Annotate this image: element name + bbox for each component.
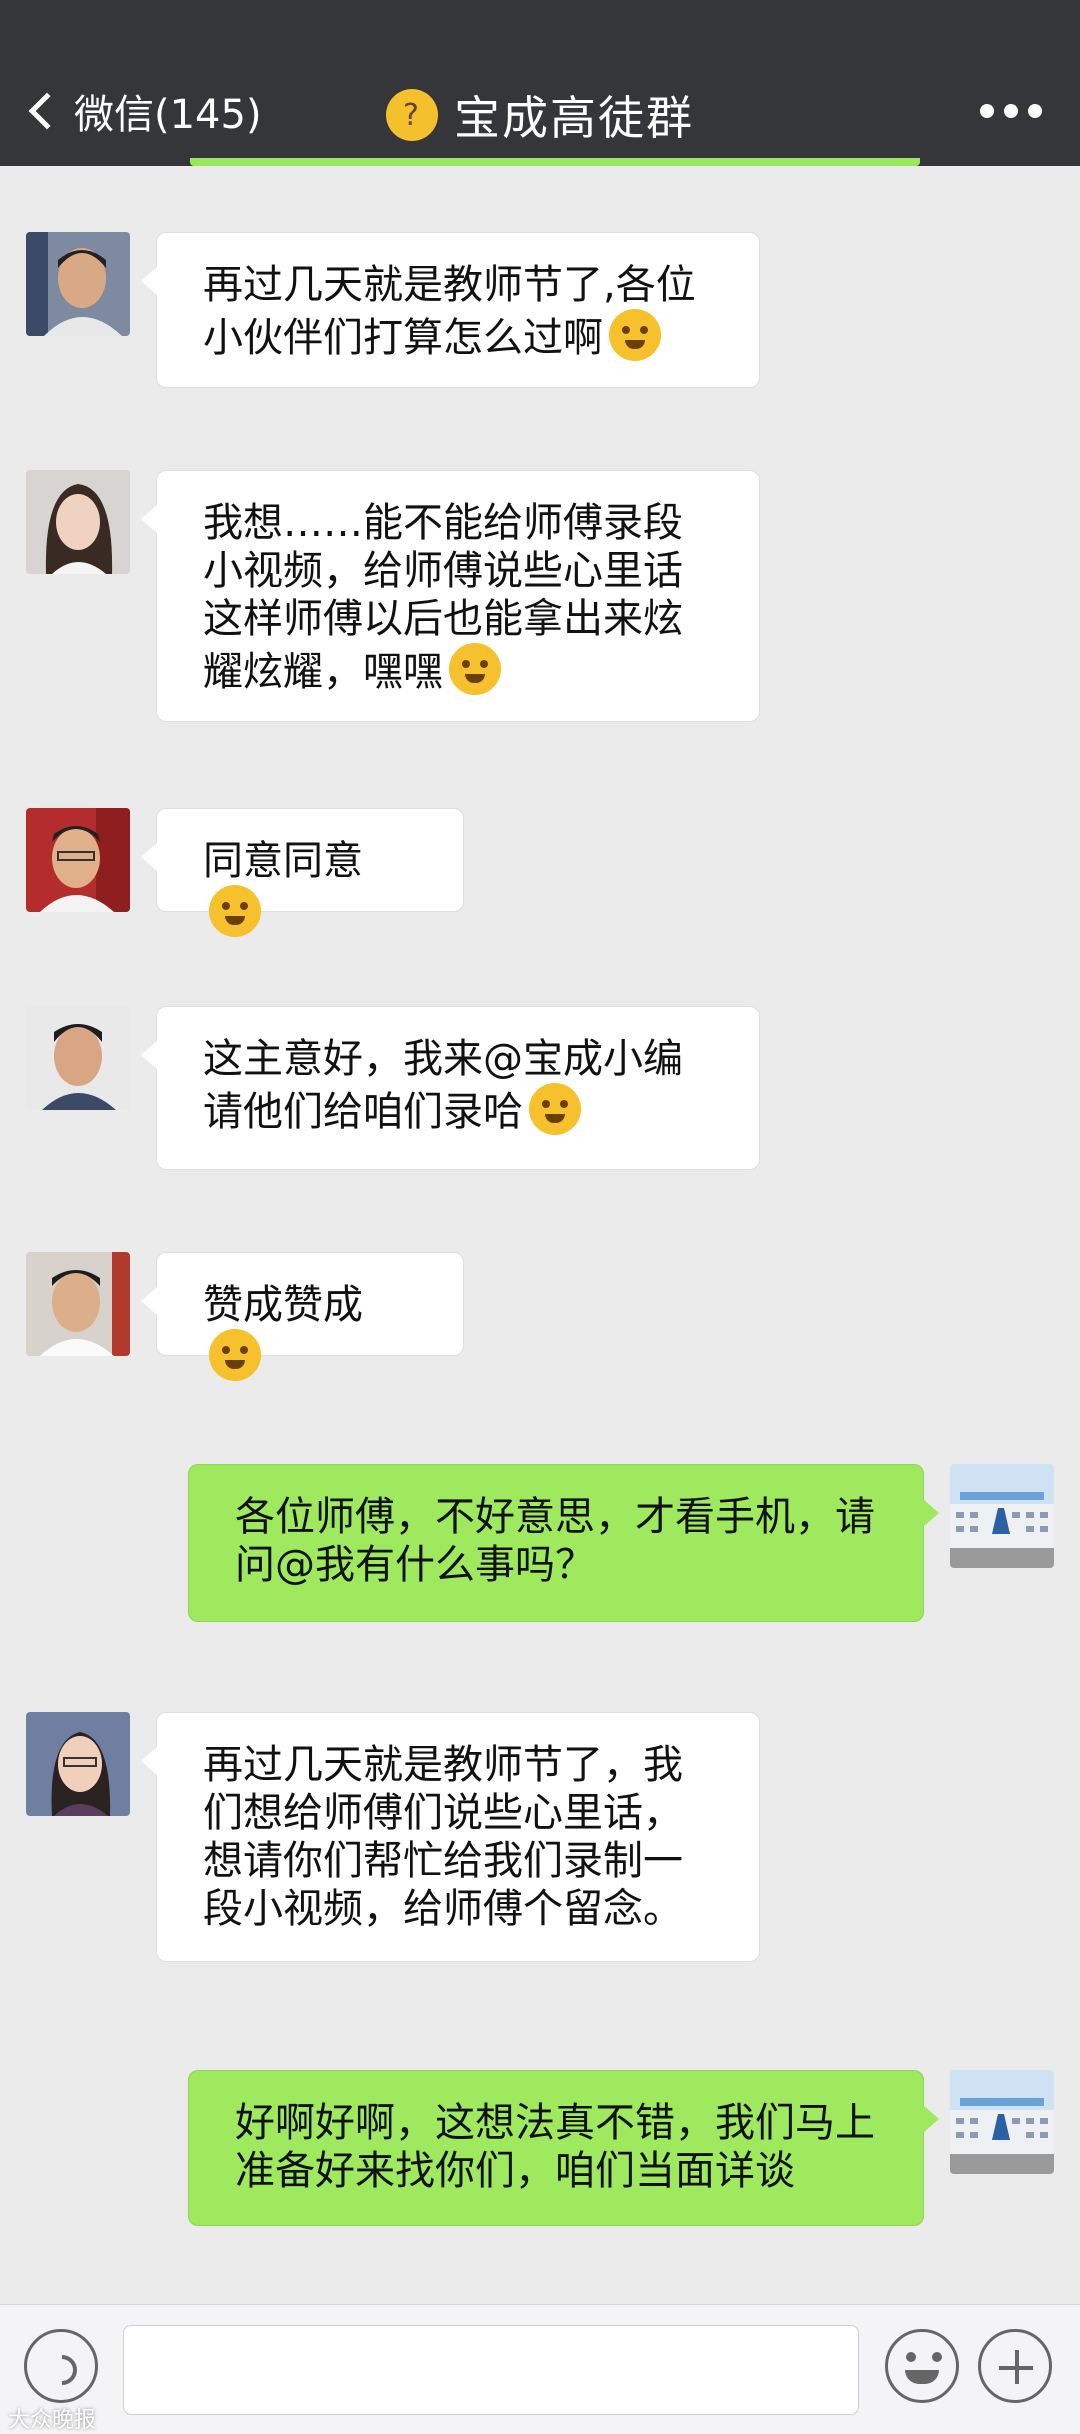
avatar[interactable] [26,1006,130,1110]
grinning-icon [449,643,501,695]
message-bubble[interactable]: 同意同意 [141,808,464,937]
previous-message-edge [190,158,920,166]
avatar[interactable] [950,2070,1054,2174]
thinking-face-icon: ? [386,89,438,141]
member-avatar-1 [26,232,130,336]
member-avatar-2 [26,470,130,574]
avatar[interactable] [26,808,130,912]
dizzy-face-icon [609,309,661,361]
message-text: 再过几天就是教师节了，我们想给师傅们说些心里话，想请你们帮忙给我们录制一段小视频… [203,1742,683,1932]
message-text: 赞成赞成 [203,1282,363,1328]
emoji-icon[interactable] [885,2329,959,2403]
watermark: 大众晚报 [8,2408,97,2433]
member-avatar-6 [26,1712,130,1816]
plus-icon[interactable] [978,2329,1052,2403]
message-bubble[interactable]: 各位师傅，不好意思，才看手机，请问@我有什么事吗？ [188,1464,939,1622]
self-avatar [950,2070,1054,2174]
dot-icon [980,104,994,118]
smiling-icon [209,1329,261,1381]
message-text: 这主意好，我来@宝成小编请他们给咱们录哈 [203,1036,683,1135]
input-bar [0,2304,1080,2433]
dot-icon [1004,104,1018,118]
smiling-icon [209,885,261,937]
avatar[interactable] [26,470,130,574]
chat-header: 微信(145) ? 宝成高徒群 [0,0,1080,166]
member-avatar-3 [26,808,130,912]
pleading-icon [529,1083,581,1135]
voice-icon[interactable] [24,2329,98,2403]
message-text: 各位师傅，不好意思，才看手机，请问@我有什么事吗？ [235,1494,875,1588]
message-bubble[interactable]: 再过几天就是教师节了,各位小伙伴们打算怎么过啊 [141,232,760,388]
avatar[interactable] [26,1712,130,1816]
self-avatar [950,1464,1054,1568]
chat-title[interactable]: ? 宝成高徒群 [0,82,1080,148]
message-bubble[interactable]: 这主意好，我来@宝成小编请他们给咱们录哈 [141,1006,760,1170]
member-avatar-4 [26,1006,130,1110]
message-bubble[interactable]: 我想……能不能给师傅录段小视频，给师傅说些心里话这样师傅以后也能拿出来炫耀炫耀，… [141,470,760,722]
avatar[interactable] [26,232,130,336]
dot-icon [1028,104,1042,118]
avatar[interactable] [26,1252,130,1356]
more-button[interactable] [980,104,1042,118]
message-bubble[interactable]: 再过几天就是教师节了，我们想给师傅们说些心里话，想请你们帮忙给我们录制一段小视频… [141,1712,760,1962]
avatar[interactable] [950,1464,1054,1568]
message-bubble[interactable]: 好啊好啊，这想法真不错，我们马上准备好来找你们，咱们当面详谈 [188,2070,939,2226]
message-bubble[interactable]: 赞成赞成 [141,1252,464,1381]
message-input[interactable] [123,2325,859,2415]
message-text: 好啊好啊，这想法真不错，我们马上准备好来找你们，咱们当面详谈 [235,2100,875,2194]
message-text: 我想……能不能给师傅录段小视频，给师傅说些心里话这样师傅以后也能拿出来炫耀炫耀，… [203,500,683,695]
group-name: 宝成高徒群 [454,91,694,145]
member-avatar-5 [26,1252,130,1356]
message-text: 同意同意 [203,838,363,884]
